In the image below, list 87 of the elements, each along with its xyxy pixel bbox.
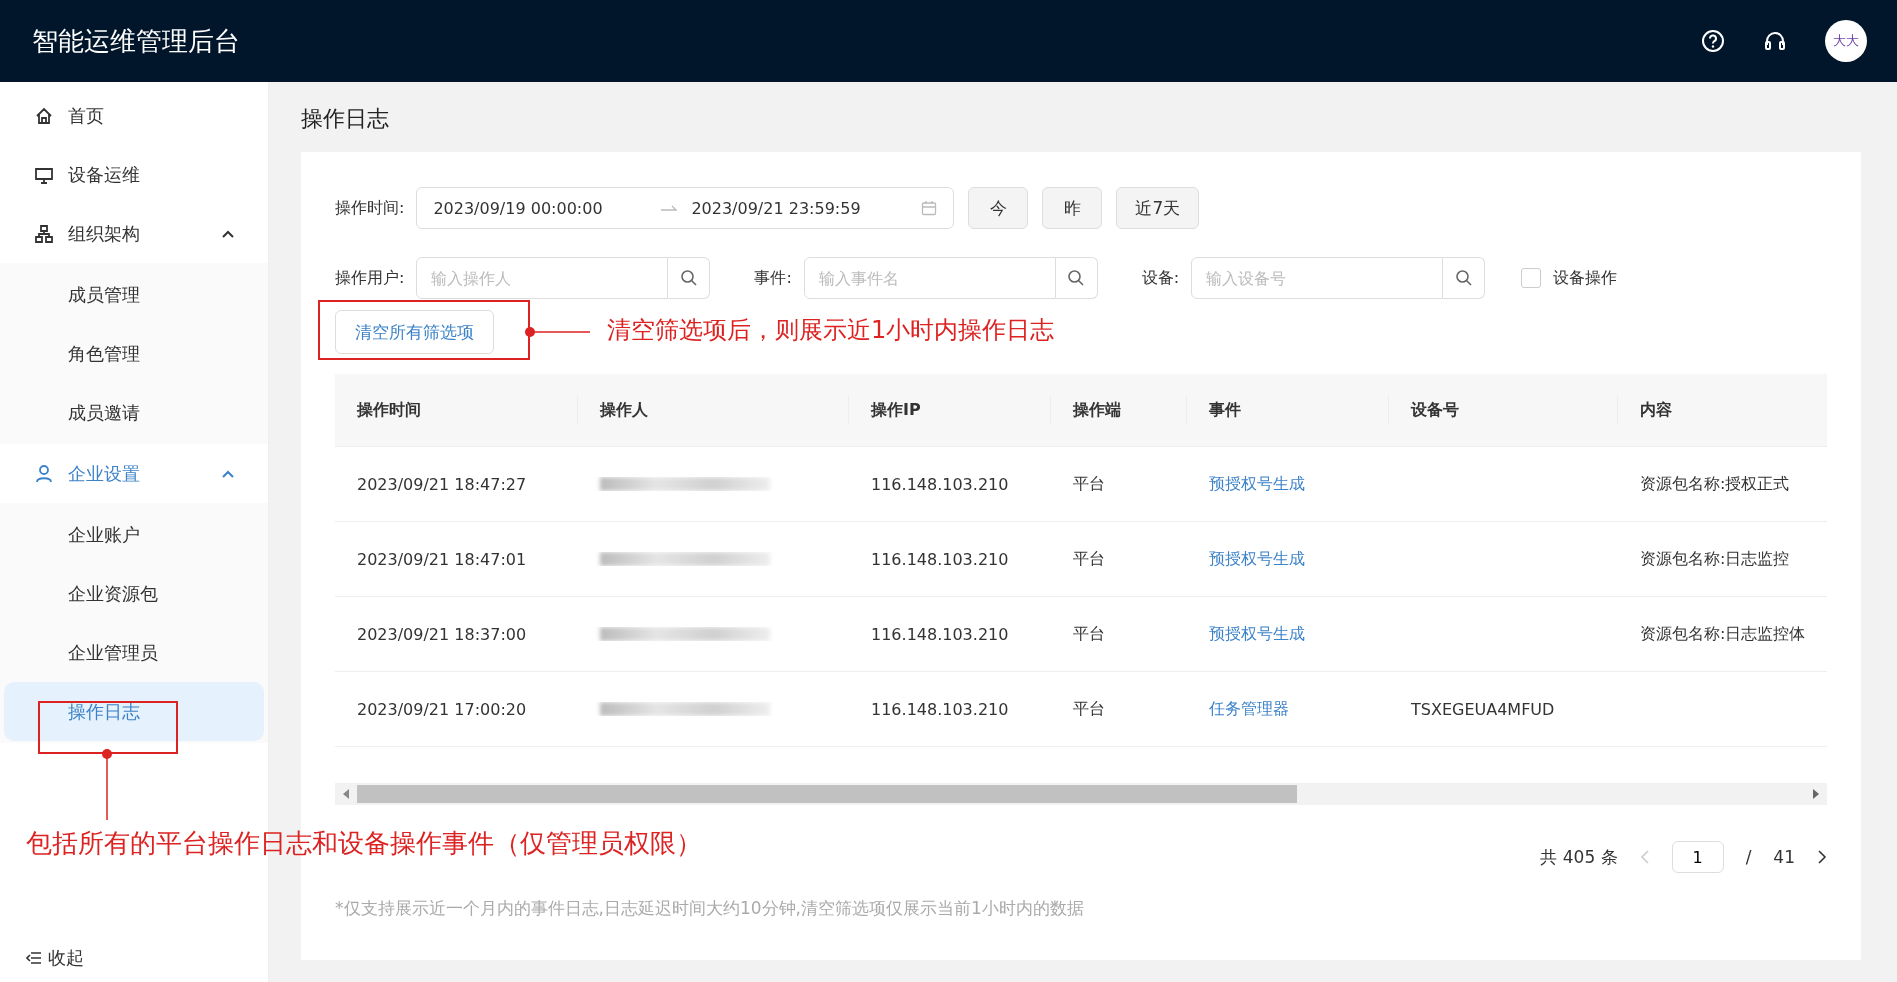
search-button[interactable] [1055,257,1098,299]
user-icon [34,463,54,484]
user-avatar[interactable]: 大大 [1825,20,1867,62]
menu-item[interactable]: 首页 [0,86,268,145]
event-link[interactable]: 预授权号生成 [1209,623,1305,643]
app-title: 智能运维管理后台 [32,24,240,58]
table-cell-text: 2023/09/21 18:47:27 [356,474,528,494]
date-range-field[interactable]: 2023/09/19 00:00:00 2023/09/21 23:59:59 [416,187,955,229]
leader-line [101,748,113,820]
menu-item[interactable]: 企业设置 [0,444,268,503]
table-cell: TSXEGEUA4MFUD [1411,699,1555,719]
submenu-item[interactable]: 成员邀请 [4,383,264,442]
submenu-item[interactable]: 操作日志 [4,682,264,741]
footnote: *仅支持展示近一个月内的事件日志,日志延迟时间大约10分钟,清空筛选项仅展示当前1小时内的数据 [335,897,1085,920]
table-cell-text: 2023/09/21 18:37:00 [356,624,528,644]
collapse-button[interactable]: 收起 [0,946,268,982]
next-page-icon[interactable] [1817,850,1827,864]
menu-label: 企业设置 [68,461,140,486]
column-header: 操作时间 [335,395,578,425]
table-cell-text: 2023/09/21 18:47:01 [356,549,528,569]
checkbox[interactable] [1521,268,1542,288]
search-field[interactable]: 输入操作人 [416,257,669,299]
horizontal-scrollbar[interactable] [335,783,1827,805]
table-cell-text: 2023/09/21 17:00:20 [356,699,528,719]
clear-filters-button[interactable]: 清空所有筛选项 [335,310,494,354]
total-count: 共 405 条 [1540,845,1618,869]
submenu-item[interactable]: 企业资源包 [4,564,264,623]
event-link[interactable]: 任务管理器 [1209,698,1289,718]
field-label: 操作时间: [335,197,405,219]
menu-label: 设备运维 [68,162,140,187]
calendar-icon [921,200,938,216]
search-icon [679,269,698,287]
table-cell-text: 116.148.103.210 [870,549,1010,569]
submenu-item[interactable]: 企业管理员 [4,623,264,682]
headset-icon[interactable] [1763,29,1787,53]
submenu-item[interactable]: 企业账户 [4,505,264,564]
search-field[interactable]: 输入事件名 [803,257,1056,299]
event-link[interactable]: 预授权号生成 [1209,473,1305,493]
table-cell-text: 116.148.103.210 [870,624,1010,644]
search-icon [1454,269,1473,287]
table-cell: 资源包名称:授权正式 [1640,473,1790,493]
table-cell: 资源包名称:日志监控 [1640,548,1790,568]
chevron-icon[interactable] [222,229,234,238]
menu-item[interactable]: 组织架构 [0,204,268,263]
table-cell-text: 116.148.103.210 [870,474,1010,494]
annotation-text: 包括所有的平台操作日志和设备操作事件（仅管理员权限） [26,827,702,860]
table-cell: 资源包名称:日志监控体 [1640,623,1806,643]
column-header: 事件 [1187,395,1389,425]
search-icon [1067,269,1086,287]
table-cell-text: 平台 [1072,548,1106,570]
quick-date-button[interactable]: 近7天 [1116,187,1200,229]
leader-line [524,326,590,338]
menu-item[interactable]: 设备运维 [0,145,268,204]
quick-date-button[interactable]: 昨 [1042,187,1103,229]
column-header: 操作端 [1051,395,1187,425]
menu-label: 首页 [68,103,104,128]
org-chart-icon [34,223,54,244]
column-header: 内容 [1618,395,1827,425]
page-input[interactable]: 1 [1671,841,1724,873]
page-count: 41 [1773,847,1795,867]
search-button[interactable] [668,257,711,299]
scroll-left-icon[interactable] [342,789,350,799]
field-label: 设备: [1141,267,1180,289]
event-link[interactable]: 预授权号生成 [1209,548,1305,568]
annotation-text: 清空筛选项后，则展示近1小时内操作日志 [607,315,1055,346]
table-cell-text: 平台 [1072,473,1106,495]
table-cell-text: 116.148.103.210 [870,699,1010,719]
column-header: 操作人 [578,395,849,425]
help-icon[interactable] [1701,29,1725,53]
checkbox-label: 设备操作 [1553,267,1618,289]
collapse-icon [26,951,42,965]
page-title: 操作日志 [301,105,390,133]
search-field[interactable]: 输入设备号 [1191,257,1444,299]
home-icon [34,105,54,126]
column-header: 操作IP [849,395,1051,425]
submenu-item[interactable]: 成员管理 [4,265,264,324]
page-separator: / [1745,847,1752,867]
search-button[interactable] [1443,257,1486,299]
field-label: 事件: [754,267,792,289]
table-cell-text: 平台 [1072,698,1106,720]
quick-date-button[interactable]: 今 [968,187,1029,229]
column-header: 设备号 [1389,395,1618,425]
menu-label: 组织架构 [68,221,140,246]
submenu-item[interactable]: 角色管理 [4,324,264,383]
table-cell-text: 平台 [1072,623,1106,645]
field-label: 操作用户: [335,267,405,289]
scroll-right-icon[interactable] [1812,789,1820,799]
